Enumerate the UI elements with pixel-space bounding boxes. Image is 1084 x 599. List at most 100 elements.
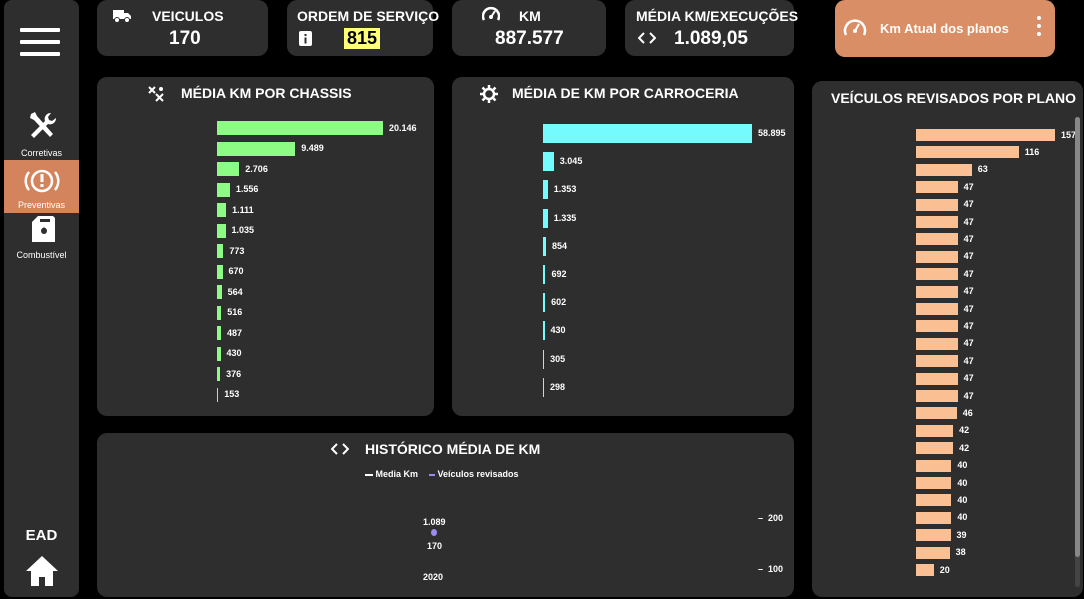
bar-value-label: 47	[963, 286, 974, 297]
bar[interactable]	[916, 442, 954, 455]
bar-value-label: 47	[963, 199, 974, 210]
bar-value-label: 47	[963, 216, 974, 227]
bar-value-label: 692	[551, 269, 567, 279]
bar[interactable]	[916, 198, 958, 211]
bar[interactable]	[916, 216, 958, 228]
bar[interactable]	[916, 494, 952, 507]
home-icon[interactable]	[24, 554, 60, 588]
bar-value-label: 42	[959, 442, 970, 453]
bar[interactable]	[217, 264, 223, 279]
chart-media-km-chassis: MÉDIA KM POR CHASSIS 20.146 9.489 2.706 1.5…	[97, 77, 434, 416]
sidebar-item-label: Corretivas	[20, 148, 62, 158]
bar[interactable]	[916, 564, 934, 576]
bar[interactable]	[916, 546, 950, 559]
bar[interactable]	[916, 320, 958, 333]
legend-item-media-km[interactable]: Media Km	[365, 469, 418, 479]
bar[interactable]	[916, 477, 952, 489]
bar-value-label: 1.111	[232, 204, 254, 215]
bar[interactable]	[916, 129, 1055, 141]
bar[interactable]	[916, 285, 958, 298]
bar[interactable]	[916, 424, 954, 437]
legend-item-veiculos-revisados[interactable]: Veículos revisados	[429, 469, 519, 479]
bar[interactable]	[916, 268, 958, 281]
code-brackets-icon	[331, 443, 349, 455]
bar-value-label: 58.895	[758, 128, 786, 138]
bar-value-label: 854	[552, 240, 568, 251]
bar[interactable]	[543, 236, 547, 256]
bar[interactable]	[543, 293, 546, 313]
bar[interactable]	[916, 146, 1019, 159]
bar-value-label: 38	[955, 547, 966, 558]
bar[interactable]	[543, 124, 752, 143]
button-label: Km Atual dos planos	[880, 21, 1009, 36]
bar[interactable]	[916, 390, 958, 402]
bar[interactable]	[217, 305, 222, 320]
bar[interactable]	[916, 233, 958, 246]
bar[interactable]	[217, 326, 221, 340]
bar-value-label: 42	[959, 425, 970, 436]
bar[interactable]	[916, 355, 958, 368]
sidebar-item-corretivas[interactable]: Corretivas	[4, 110, 79, 158]
menu-icon[interactable]	[20, 28, 60, 60]
bar[interactable]	[217, 285, 222, 299]
km-atual-planos-button[interactable]: Km Atual dos planos	[835, 0, 1055, 57]
sidebar-item-combustivel[interactable]: Combustível	[4, 216, 79, 260]
bar-value-label: 63	[977, 164, 988, 175]
bar[interactable]	[916, 372, 958, 385]
bar[interactable]	[916, 407, 957, 420]
bar[interactable]	[543, 152, 554, 172]
bar[interactable]	[217, 244, 224, 258]
bar[interactable]	[217, 203, 227, 217]
bar[interactable]	[217, 162, 240, 176]
bar-value-label: 487	[227, 327, 243, 338]
bar-value-label: 47	[963, 338, 974, 349]
bar[interactable]	[543, 349, 545, 369]
data-point-veiculos[interactable]	[431, 529, 437, 536]
bar[interactable]	[916, 529, 951, 542]
bar-value-label: 40	[957, 477, 968, 488]
truck-icon	[113, 10, 131, 23]
bar[interactable]	[217, 387, 219, 402]
more-options-icon[interactable]	[1037, 16, 1043, 40]
bar-value-label: 1.035	[231, 225, 255, 235]
bar[interactable]	[916, 303, 958, 315]
bar-value-label: 430	[550, 325, 566, 336]
fuel-can-icon	[31, 216, 55, 242]
y2-tick-label: – 200	[758, 513, 784, 523]
x-tick-label: 2020	[423, 572, 444, 582]
bar[interactable]	[217, 182, 230, 197]
gauge-icon	[843, 19, 867, 36]
bar[interactable]	[916, 163, 972, 176]
bar-value-label: 153	[224, 389, 240, 399]
bar-value-label: 305	[550, 353, 566, 364]
bar[interactable]	[543, 180, 548, 200]
bar-value-label: 564	[227, 286, 243, 297]
kpi-ordem-servico: ORDEM DE SERVIÇO 815	[287, 0, 439, 56]
bar[interactable]	[217, 121, 383, 135]
kpi-value: 887.577	[495, 28, 564, 49]
sidebar-item-preventivas[interactable]: Preventivas	[4, 160, 79, 213]
bar[interactable]	[217, 346, 221, 361]
bar[interactable]	[916, 337, 958, 350]
bar-value-label: 2.706	[245, 163, 268, 174]
bar[interactable]	[217, 141, 296, 156]
bar[interactable]	[916, 511, 952, 524]
kpi-label: MÉDIA KM/EXECUÇÕES	[636, 8, 799, 24]
bar[interactable]	[543, 265, 546, 284]
bar[interactable]	[217, 223, 226, 238]
bar-value-label: 670	[228, 266, 244, 276]
bar-value-label: 157	[1061, 129, 1077, 140]
bar[interactable]	[916, 459, 952, 472]
bar[interactable]	[543, 321, 545, 341]
bar[interactable]	[916, 250, 958, 263]
scrollbar[interactable]	[1075, 117, 1080, 587]
bar[interactable]	[543, 377, 545, 397]
legend-label: Veículos revisados	[437, 469, 519, 479]
bar[interactable]	[543, 208, 548, 228]
code-brackets-icon	[638, 32, 656, 44]
kpi-value: 815	[344, 28, 381, 49]
bar[interactable]	[217, 367, 221, 381]
bar-value-label: 298	[550, 381, 566, 392]
bar[interactable]	[916, 181, 958, 194]
y2-tick-label: – 100	[758, 564, 784, 574]
